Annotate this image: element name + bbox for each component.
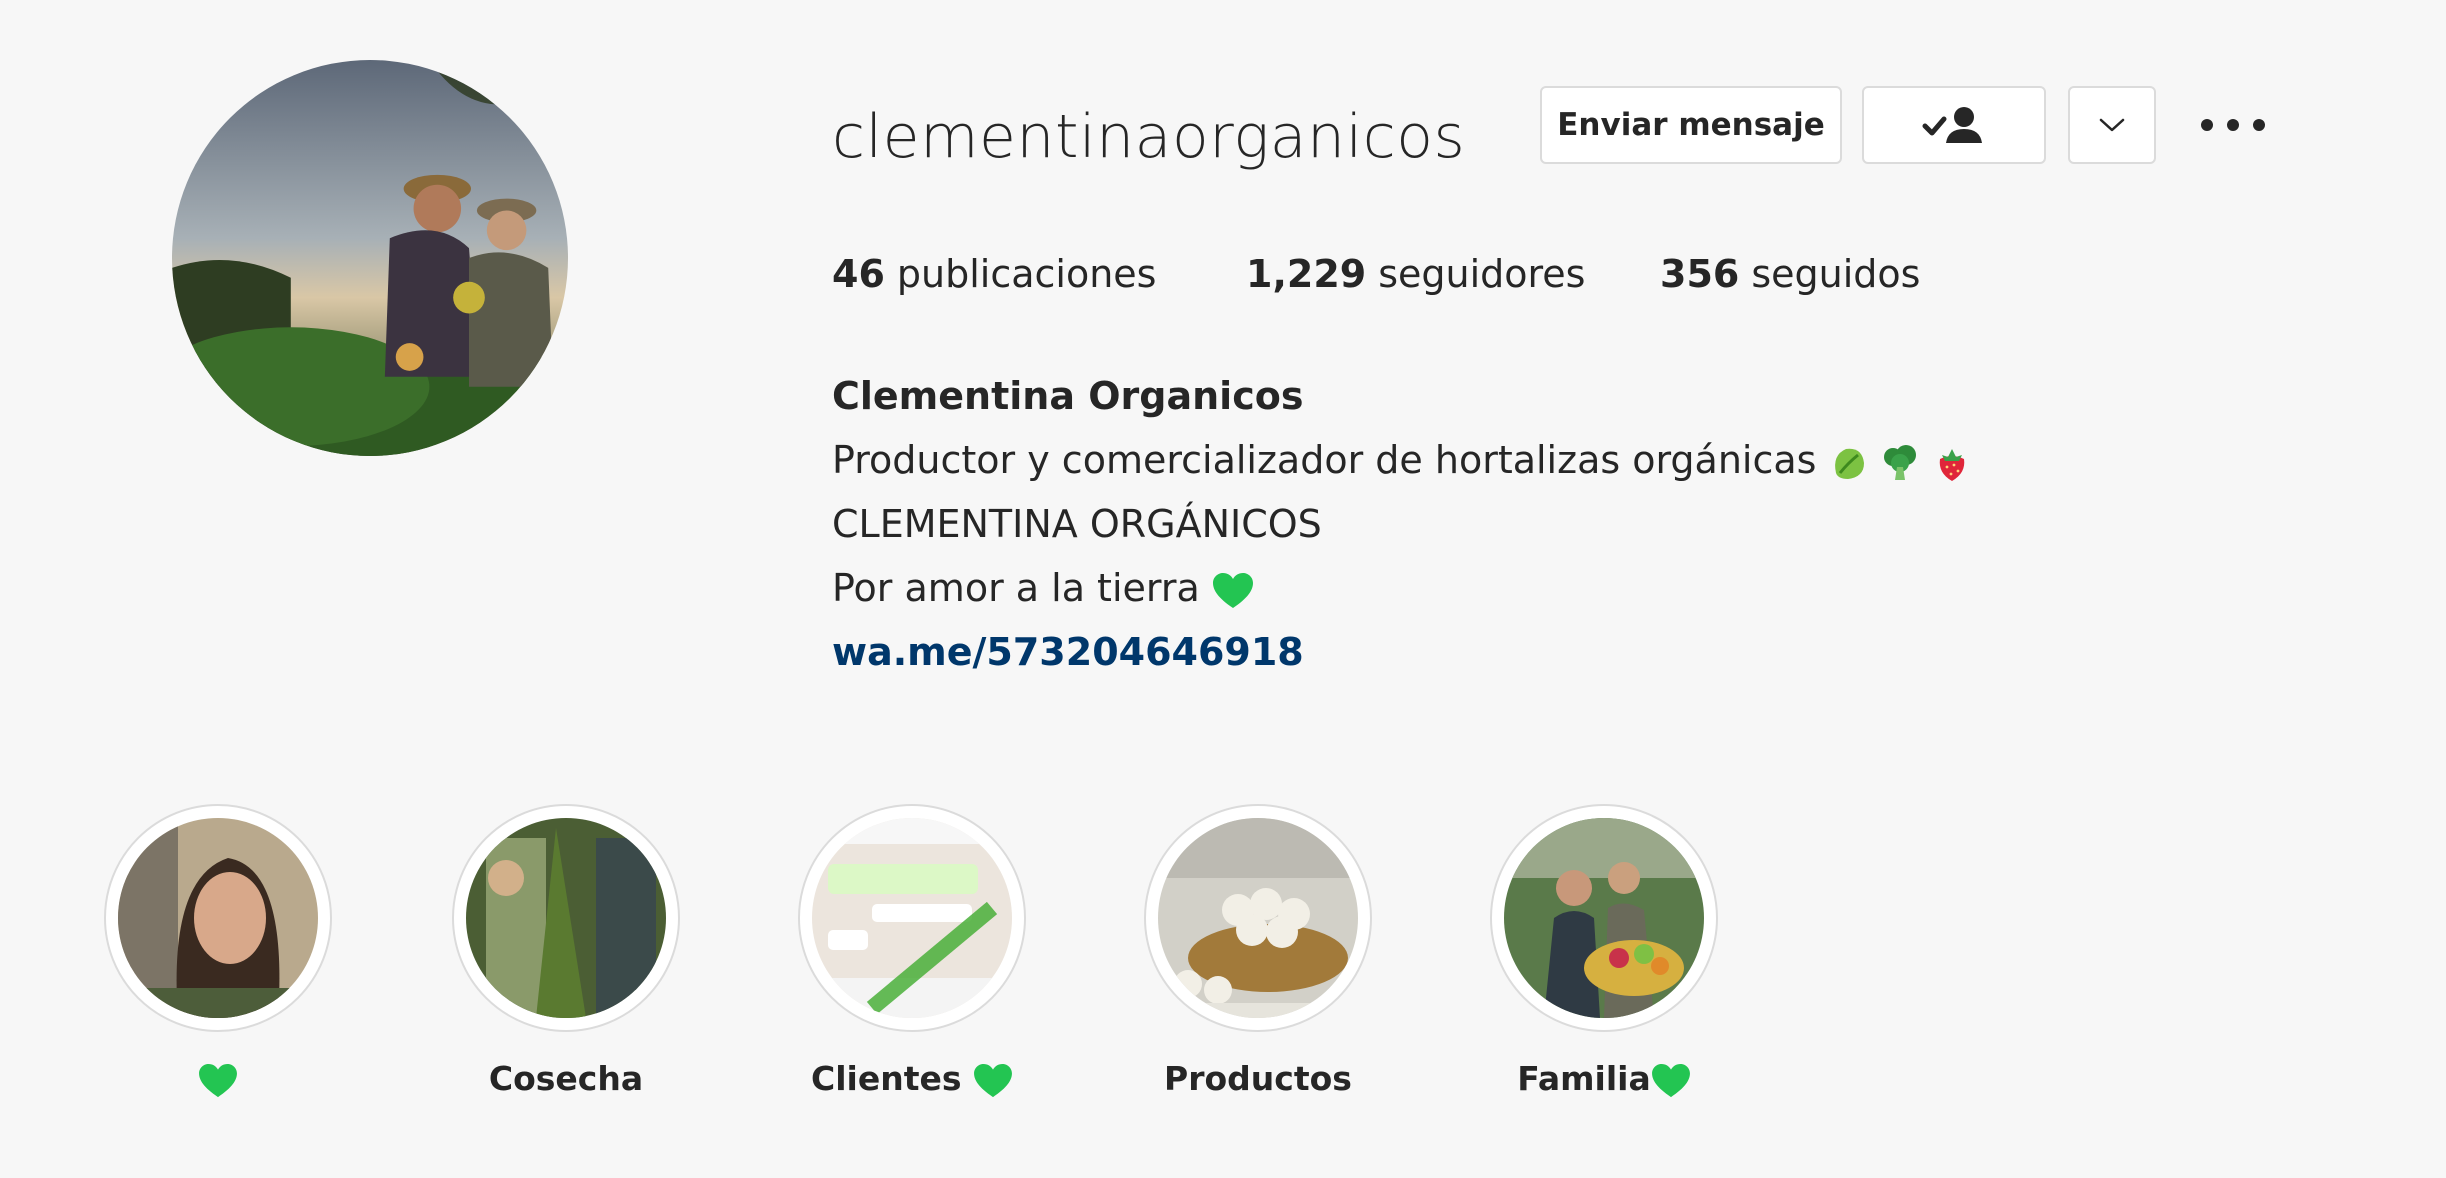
posts-number: 46 (832, 252, 885, 296)
followers-count[interactable]: 1,229 seguidores (1246, 246, 1660, 302)
more-options-button[interactable] (2196, 100, 2270, 150)
highlight-clientes[interactable] (798, 804, 1026, 1032)
green-heart-emoji (1212, 572, 1253, 608)
bio-line-3: Por amor a la tierra (832, 556, 1972, 620)
highlight-cosecha[interactable] (452, 804, 680, 1032)
following-count[interactable]: 356 seguidos (1660, 246, 1920, 302)
highlight-label-heart (68, 1054, 368, 1104)
highlight-cover-products (1158, 818, 1358, 1018)
following-label: seguidos (1751, 252, 1921, 296)
highlight-cover-harvest (466, 818, 666, 1018)
strawberry-emoji (1940, 448, 1965, 481)
bio-line-1: Productor y comercializador de hortaliza… (832, 428, 1972, 492)
following-number: 356 (1660, 252, 1740, 296)
highlight-label-productos: Productos (1108, 1054, 1408, 1104)
highlight-label-text: Productos (1164, 1059, 1352, 1098)
green-heart-icon (199, 1063, 237, 1097)
profile-bio: Clementina Organicos Productor y comerci… (832, 364, 1972, 684)
send-message-button[interactable]: Enviar mensaje (1540, 86, 1842, 164)
more-dots-icon (2201, 119, 2265, 131)
profile-stats: 46 publicaciones 1,229 seguidores 356 segui… (832, 246, 1920, 302)
green-heart-icon (974, 1063, 1012, 1097)
whatsapp-link[interactable]: wa.me/573204646918 (832, 620, 1304, 684)
highlight-label-cosecha: Cosecha (416, 1054, 716, 1104)
options-dropdown-button[interactable] (2068, 86, 2156, 164)
highlight-heart[interactable] (104, 804, 332, 1032)
highlight-label-text: Cosecha (488, 1059, 644, 1098)
highlight-cover-family (1504, 818, 1704, 1018)
highlight-cover-chat (812, 818, 1012, 1018)
followers-number: 1,229 (1246, 252, 1367, 296)
chevron-down-icon (2099, 118, 2125, 132)
highlight-label-text: Clientes (810, 1059, 962, 1098)
highlight-label-familia: Familia (1454, 1054, 1754, 1104)
send-message-label: Enviar mensaje (1557, 107, 1825, 143)
highlight-familia[interactable] (1490, 804, 1718, 1032)
highlight-productos[interactable] (1144, 804, 1372, 1032)
full-name: Clementina Organicos (832, 374, 1304, 418)
followers-label: seguidores (1378, 252, 1586, 296)
highlight-label-text: Familia (1517, 1059, 1651, 1098)
profile-username: clementinaorganicos (832, 102, 1466, 172)
lettuce-emoji (1835, 448, 1865, 479)
posts-label: publicaciones (896, 252, 1157, 296)
following-button[interactable] (1862, 86, 2046, 164)
bio-line-1-text: Productor y comercializador de hortaliza… (832, 438, 1817, 482)
bio-line-3-text: Por amor a la tierra (832, 566, 1200, 610)
bio-line-2: CLEMENTINA ORGÁNICOS (832, 502, 1322, 546)
profile-avatar[interactable] (172, 60, 568, 456)
user-check-icon (1922, 107, 1982, 143)
green-heart-icon (1651, 1063, 1690, 1097)
broccoli-emoji (1884, 444, 1917, 480)
posts-count: 46 publicaciones (832, 246, 1246, 302)
highlight-cover-girl (118, 818, 318, 1018)
profile-photo (172, 60, 568, 456)
highlight-label-clientes: Clientes (762, 1054, 1062, 1104)
